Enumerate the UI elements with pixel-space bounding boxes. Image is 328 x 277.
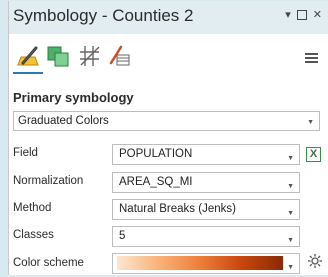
field-value: POPULATION xyxy=(119,148,193,160)
pane-titlebar: Symbology - Counties 2 ▾ ✕ xyxy=(9,1,328,34)
chevron-down-icon: ▼ xyxy=(287,155,294,162)
chevron-down-icon: ▼ xyxy=(307,119,314,126)
pane-title: Symbology - Counties 2 xyxy=(13,6,194,25)
symbology-pane: Symbology - Counties 2 ▾ ✕ Primary symbo… xyxy=(8,1,328,275)
field-dropdown[interactable]: POPULATION ▼ xyxy=(112,144,300,165)
label-classes-tab[interactable] xyxy=(107,43,133,69)
method-label: Method xyxy=(13,202,52,214)
gear-icon-glyph xyxy=(308,254,322,268)
classes-dropdown[interactable]: 5 ▼ xyxy=(112,226,300,247)
primary-symbology-tab[interactable] xyxy=(13,43,43,74)
pencil-polygon-icon xyxy=(17,46,39,66)
pin-dropdown-icon[interactable]: ▾ xyxy=(285,9,291,21)
symbol-layer-drawing-tab[interactable] xyxy=(77,43,103,69)
renderer-value: Graduated Colors xyxy=(18,115,109,127)
renderer-dropdown[interactable]: Graduated Colors ▼ xyxy=(13,111,320,131)
expression-x-icon[interactable]: X xyxy=(306,147,321,162)
chevron-down-icon: ▼ xyxy=(287,237,294,244)
hatch-grid-icon xyxy=(80,46,100,66)
vary-symbology-tab[interactable] xyxy=(45,43,71,69)
classes-value: 5 xyxy=(119,230,126,242)
close-icon[interactable]: ✕ xyxy=(313,9,322,21)
normalization-label: Normalization xyxy=(13,175,84,187)
chevron-down-icon: ▼ xyxy=(287,210,294,217)
primary-symbology-heading: Primary symbology xyxy=(13,90,134,105)
normalization-dropdown[interactable]: AREA_SQ_MI ▼ xyxy=(112,172,300,193)
method-value: Natural Breaks (Jenks) xyxy=(119,203,236,215)
pen-table-icon xyxy=(109,45,130,66)
color-scheme-label: Color scheme xyxy=(13,257,84,269)
normalization-value: AREA_SQ_MI xyxy=(119,176,193,188)
method-dropdown[interactable]: Natural Breaks (Jenks) ▼ xyxy=(112,199,300,220)
layered-polygons-icon xyxy=(47,46,69,67)
color-ramp xyxy=(117,256,283,270)
chevron-down-icon: ▼ xyxy=(287,264,294,271)
classes-label: Classes xyxy=(13,229,54,241)
field-label: Field xyxy=(13,147,38,159)
maximize-icon[interactable] xyxy=(296,10,307,20)
symbology-toolbar xyxy=(9,34,328,77)
window-controls: ▾ ✕ xyxy=(285,9,322,21)
gear-icon[interactable] xyxy=(307,253,323,269)
hamburger-menu-icon[interactable] xyxy=(305,53,318,63)
chevron-down-icon: ▼ xyxy=(287,183,294,190)
